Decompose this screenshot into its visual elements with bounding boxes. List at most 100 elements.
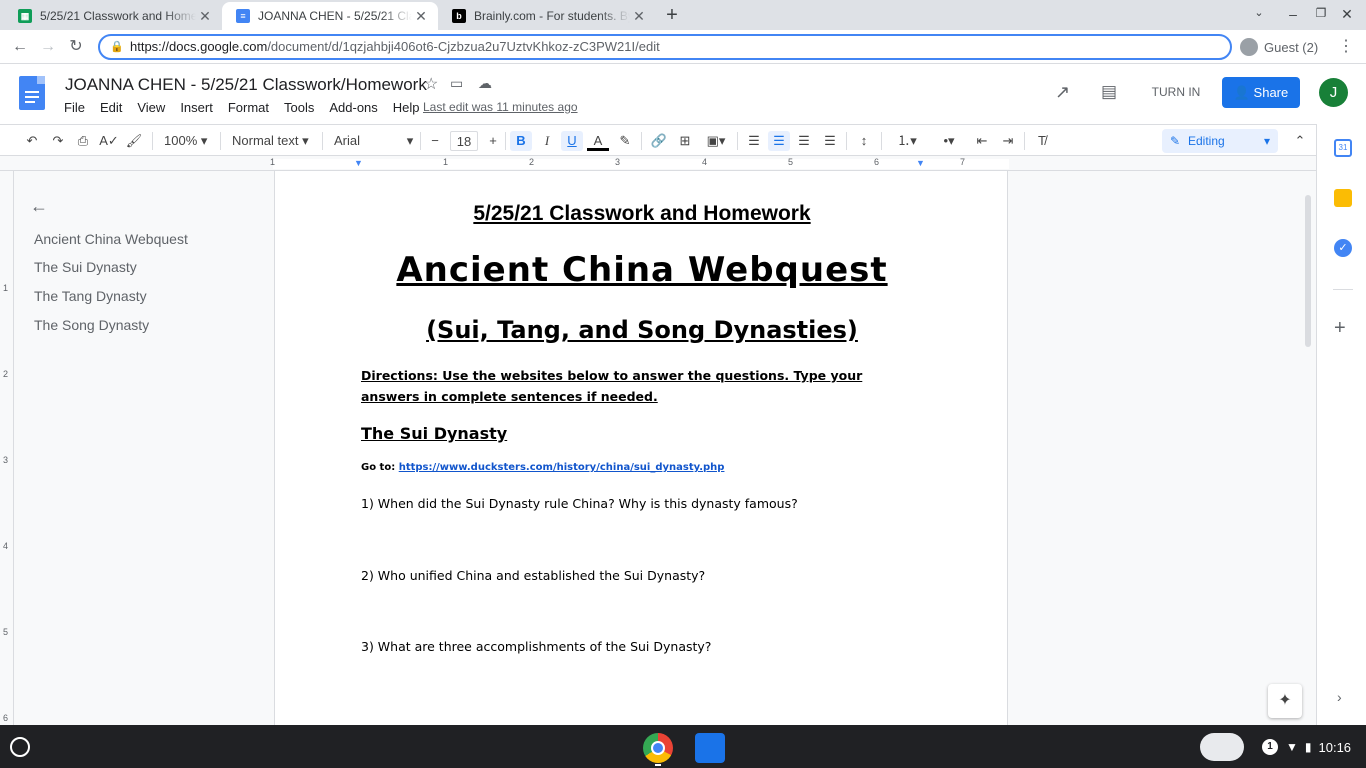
wifi-icon: ▼ [1286, 740, 1298, 754]
browser-menu-icon[interactable]: ⋮ [1334, 36, 1358, 58]
add-addon-icon[interactable]: + [1334, 317, 1346, 340]
bulleted-list-icon[interactable]: •▾ [930, 131, 968, 151]
insert-image-icon[interactable]: ▣▾ [700, 131, 732, 151]
chevron-down-icon[interactable]: ▾ [402, 131, 418, 151]
share-button[interactable]: 👤 Share [1222, 77, 1300, 108]
menu-addons[interactable]: Add-ons [329, 100, 377, 115]
increase-font-size-button[interactable]: + [484, 131, 502, 151]
clear-formatting-icon[interactable]: T̸ [1031, 131, 1053, 151]
back-button[interactable]: ← [8, 36, 32, 58]
close-icon[interactable]: ✕ [630, 8, 648, 25]
docs-icon: ≡ [236, 9, 250, 23]
browser-tab-brainly[interactable]: b Brainly.com - For students. By student… [438, 2, 656, 30]
zoom-select[interactable]: 100% ▾ [160, 131, 212, 151]
keep-icon[interactable] [1334, 189, 1352, 207]
decrease-indent-icon[interactable]: ⇤ [971, 131, 993, 151]
paint-format-icon[interactable]: 🖌 [124, 131, 144, 151]
chevron-down-icon: ▾ [1263, 134, 1270, 148]
turn-in-button[interactable]: TURN IN [1146, 78, 1206, 106]
menu-format[interactable]: Format [228, 100, 269, 115]
files-icon[interactable] [695, 733, 725, 763]
outline-item[interactable]: The Sui Dynasty [34, 259, 137, 275]
guest-avatar-icon [1240, 38, 1258, 56]
minimize-button[interactable]: – [1282, 6, 1304, 22]
pencil-icon: ✎ [1170, 134, 1181, 148]
date-heading: 5/25/21 Classwork and Homework [473, 202, 811, 225]
url-input[interactable]: 🔒 https://docs.google.com/document/d/1qz… [98, 34, 1232, 60]
cloud-status-icon[interactable]: ☁ [478, 75, 492, 92]
menu-help[interactable]: Help [393, 100, 420, 115]
undo-icon[interactable]: ↶ [22, 131, 42, 151]
vertical-ruler: 1 2 3 4 5 6 [0, 171, 14, 725]
maximize-button[interactable]: ❐ [1310, 6, 1332, 20]
bold-button[interactable]: B [510, 131, 532, 151]
menu-edit[interactable]: Edit [100, 100, 122, 115]
outline-item[interactable]: The Song Dynasty [34, 317, 149, 333]
redo-icon[interactable]: ↷ [48, 131, 68, 151]
tasks-icon[interactable]: ✓ [1334, 239, 1352, 257]
menu-tools[interactable]: Tools [284, 100, 314, 115]
calendar-icon[interactable]: 31 [1334, 139, 1352, 157]
back-arrow-icon[interactable]: ← [30, 196, 48, 217]
activity-trend-icon[interactable]: ↗ [1055, 82, 1070, 103]
reload-button[interactable]: ↻ [64, 36, 88, 58]
left-indent-marker[interactable]: ▼ [354, 158, 363, 168]
align-center-icon[interactable]: ☰ [768, 131, 790, 151]
editing-mode-select[interactable]: ✎ Editing ▾ [1162, 129, 1278, 153]
increase-indent-icon[interactable]: ⇥ [997, 131, 1019, 151]
document-title[interactable]: JOANNA CHEN - 5/25/21 Classwork/Homework [65, 75, 427, 95]
vertical-scrollbar[interactable] [1300, 171, 1316, 725]
outline-item[interactable]: The Tang Dynasty [34, 288, 147, 304]
document-page[interactable]: 5/25/21 Classwork and Homework Ancient C… [274, 171, 1008, 725]
right-indent-marker[interactable]: ▼ [916, 158, 925, 168]
font-size-input[interactable]: 18 [450, 131, 478, 151]
align-right-icon[interactable]: ☰ [793, 131, 815, 151]
explore-icon[interactable]: ✦ [1268, 684, 1302, 718]
numbered-list-icon[interactable]: ⒈▾ [888, 131, 926, 151]
chrome-icon[interactable] [643, 733, 673, 763]
holding-space-icon[interactable] [1200, 733, 1244, 761]
ducksters-link[interactable]: https://www.ducksters.com/history/china/… [399, 462, 725, 473]
comment-icon[interactable]: ▤ [1101, 82, 1117, 102]
link-icon[interactable]: 🔗 [648, 131, 670, 151]
new-tab-button[interactable]: + [661, 4, 683, 27]
move-folder-icon[interactable]: ▭ [450, 75, 463, 92]
underline-button[interactable]: U [561, 131, 583, 151]
clock: 10:16 [1318, 739, 1352, 755]
style-select[interactable]: Normal text ▾ [228, 131, 314, 151]
print-icon[interactable]: ⎙ [73, 131, 93, 151]
horizontal-ruler[interactable]: 1 1 2 3 4 5 6 7 ▼ ▼ [0, 156, 1316, 171]
menu-view[interactable]: View [137, 100, 165, 115]
add-comment-icon[interactable]: ⊞ [674, 131, 696, 151]
os-shelf: 1 ▼ ▮ 10:16 [0, 725, 1366, 768]
tab-search-icon[interactable]: ⌄ [1248, 6, 1270, 19]
forward-button[interactable]: → [36, 36, 60, 58]
status-tray[interactable]: 1 ▼ ▮ 10:16 [1262, 733, 1351, 761]
text-color-button[interactable]: A [587, 131, 609, 151]
last-edit-link[interactable]: Last edit was 11 minutes ago [423, 100, 578, 114]
close-icon[interactable]: ✕ [196, 8, 214, 25]
docs-home-icon[interactable] [19, 76, 45, 110]
menu-insert[interactable]: Insert [180, 100, 213, 115]
star-icon[interactable]: ☆ [424, 74, 438, 94]
menu-file[interactable]: File [64, 100, 85, 115]
align-justify-icon[interactable]: ☰ [819, 131, 841, 151]
italic-button[interactable]: I [536, 131, 558, 151]
browser-tab-sheets[interactable]: ▦ 5/25/21 Classwork and Homework ✕ [4, 2, 222, 30]
line-spacing-icon[interactable]: ↕ [853, 131, 875, 151]
address-bar-row: ← → ↻ 🔒 https://docs.google.com/document… [0, 30, 1366, 64]
outline-item[interactable]: Ancient China Webquest [34, 231, 188, 247]
align-left-icon[interactable]: ☰ [743, 131, 765, 151]
account-avatar[interactable]: J [1319, 78, 1348, 107]
close-window-button[interactable]: ✕ [1336, 6, 1358, 23]
spellcheck-icon[interactable]: A✓ [99, 131, 119, 151]
highlight-icon[interactable]: ✎ [614, 131, 636, 151]
collapse-menus-icon[interactable]: ⌃ [1290, 131, 1310, 151]
close-icon[interactable]: ✕ [412, 8, 430, 25]
profile-button[interactable]: Guest (2) [1240, 35, 1318, 59]
section-heading: The Sui Dynasty [361, 424, 508, 443]
browser-tab-docs[interactable]: ≡ JOANNA CHEN - 5/25/21 Classwork/Homewo… [222, 2, 438, 30]
decrease-font-size-button[interactable]: − [426, 131, 444, 151]
launcher-icon[interactable] [10, 737, 30, 757]
chevron-right-icon[interactable]: › [1337, 689, 1342, 705]
